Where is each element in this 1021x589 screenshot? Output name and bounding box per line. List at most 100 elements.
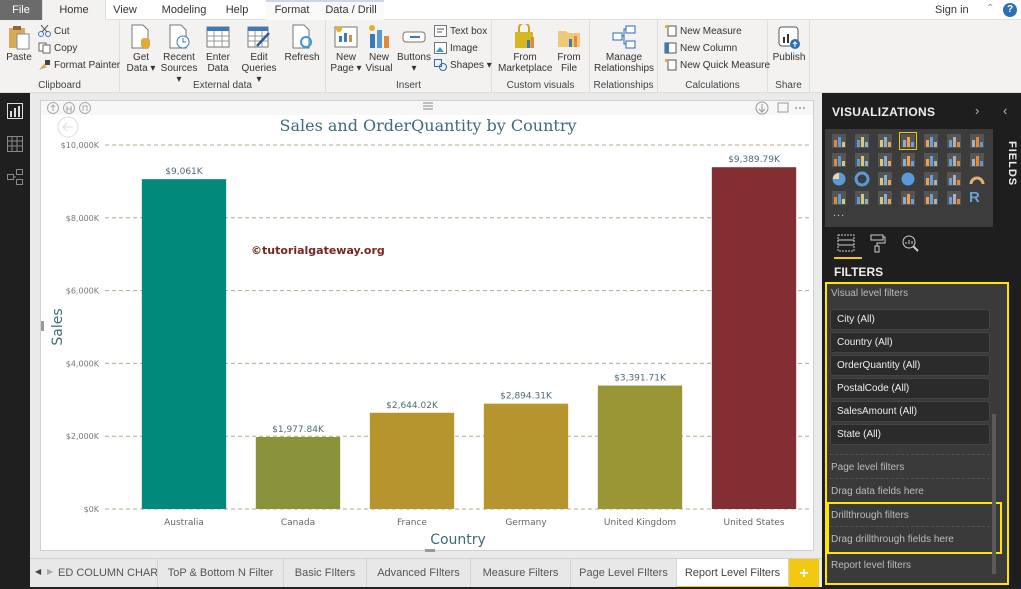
cut-button[interactable]: Cut [38,24,70,40]
tab-help[interactable]: Help [222,0,252,20]
matrix-visual-icon[interactable] [946,190,962,206]
bar-canada[interactable] [256,437,340,509]
scroll-tabs-right-icon[interactable]: ▶ [47,567,53,576]
stacked-bar-visual-icon[interactable] [831,133,847,149]
stacked-column-visual-icon[interactable] [854,133,870,149]
move-handle-icon[interactable] [423,103,433,109]
stacked-area-visual-icon[interactable] [854,152,870,168]
format-paint-roller-icon[interactable] [868,233,888,253]
line-visual-icon[interactable] [969,133,985,149]
bar-united-states[interactable] [712,167,796,509]
waterfall-visual-icon[interactable] [946,152,962,168]
drill-up-icon[interactable] [48,103,59,114]
paste-button[interactable]: Paste [4,24,34,63]
page-tab-active[interactable]: Report Level Filters [677,559,789,588]
text-box-button[interactable]: Text box [434,24,487,40]
publish-button[interactable]: Publish [770,24,808,63]
filters-scrollbar[interactable] [992,414,996,574]
data-view-icon[interactable] [7,136,23,152]
edit-queries-button[interactable]: EditQueries ▾ [238,24,280,85]
recent-sources-button[interactable]: RecentSources ▾ [158,24,200,85]
scatter-visual-icon[interactable] [969,152,985,168]
funnel-visual-icon[interactable] [946,171,962,187]
area-visual-icon[interactable] [831,152,847,168]
bar-france[interactable] [370,413,454,509]
table-visual-icon[interactable] [923,190,939,206]
line-clustered-column-visual-icon[interactable] [900,152,916,168]
tab-format[interactable]: Format [266,0,318,20]
card-visual-icon[interactable] [831,190,847,206]
gauge-visual-icon[interactable] [969,171,985,187]
page-tab[interactable]: Page Level FIlters [571,559,677,588]
page-tab[interactable]: Basic FIlters [284,559,367,588]
column-chart-visual[interactable]: Sales and OrderQuantity by Country Sales… [40,100,814,551]
new-visual-button[interactable]: NewVisual [364,24,394,74]
100-stacked-column-visual-icon[interactable] [946,133,962,149]
fields-wells-icon[interactable] [836,233,856,253]
tab-home[interactable]: Home [42,0,106,21]
add-page-button[interactable]: + [789,559,819,588]
resize-handle-left[interactable] [41,321,44,331]
page-filters-drop-zone[interactable]: Drag data fields here [831,486,924,497]
focus-mode-icon[interactable] [778,103,788,112]
more-options-icon[interactable] [795,107,805,109]
fields-pane-tab[interactable]: FIELDS [1000,141,1018,186]
help-icon[interactable]: ? [1003,3,1017,17]
filter-card-country[interactable]: Country (All) [830,332,990,353]
sign-in-link[interactable]: Sign in [935,4,969,16]
100-stacked-bar-visual-icon[interactable] [923,133,939,149]
page-tab[interactable]: ToP & Bottom N Filter [158,559,284,588]
ribbon-visual-icon[interactable] [923,152,939,168]
clustered-bar-visual-icon[interactable] [877,133,893,149]
kpi-visual-icon[interactable] [877,190,893,206]
buttons-button[interactable]: Buttons▾ [396,24,432,74]
multi-row-card-visual-icon[interactable] [854,190,870,206]
collapse-visualizations-icon[interactable]: › [975,103,979,118]
tab-data-drill[interactable]: Data / Drill [318,0,384,20]
drill-down-mode-icon[interactable] [80,103,91,114]
resize-handle-bottom[interactable] [425,549,435,552]
more-visuals-icon[interactable]: ... [833,207,845,219]
refresh-button[interactable]: Refresh [284,24,320,63]
filled-map-visual-icon[interactable] [923,171,939,187]
analytics-magnifier-icon[interactable] [900,233,920,253]
collapse-ribbon-icon[interactable]: ⌃ [986,3,994,14]
image-button[interactable]: Image [434,41,478,57]
new-column-button[interactable]: New Column [664,41,737,57]
page-tab[interactable]: ED COLUMN CHART [58,559,158,588]
bar-germany[interactable] [484,404,568,509]
filter-card-salesamount[interactable]: SalesAmount (All) [830,401,990,422]
tab-file[interactable]: File [0,0,42,20]
filter-card-orderquantity[interactable]: OrderQuantity (All) [830,355,990,376]
new-quick-measure-button[interactable]: New Quick Measure [664,58,770,74]
treemap-visual-icon[interactable] [877,171,893,187]
expand-next-level-icon[interactable] [64,103,75,114]
scroll-tabs-left-icon[interactable]: ◀ [35,567,41,576]
bar-australia[interactable] [142,179,226,509]
get-data-button[interactable]: GetData ▾ [124,24,158,74]
clustered-column-visual-icon[interactable] [900,133,916,149]
from-file-button[interactable]: FromFile [554,24,584,74]
shapes-button[interactable]: Shapes ▾ [434,58,492,74]
drillthrough-drop-zone[interactable]: Drag drillthrough fields here [831,534,954,545]
model-view-icon[interactable] [7,169,23,185]
new-page-button[interactable]: NewPage ▾ [330,24,362,74]
report-view-icon[interactable] [7,103,23,119]
from-marketplace-button[interactable]: FromMarketplace [498,24,552,74]
tab-view[interactable]: View [108,0,142,20]
bar-united-kingdom[interactable] [598,386,682,509]
map-visual-icon[interactable] [900,171,916,187]
line-stacked-column-visual-icon[interactable] [877,152,893,168]
expand-fields-icon[interactable]: ‹ [1003,103,1007,118]
enter-data-button[interactable]: EnterData [202,24,234,74]
format-painter-button[interactable]: Format Painter [38,58,120,74]
donut-visual-icon[interactable] [854,171,870,187]
pie-visual-icon[interactable] [831,171,847,187]
tab-modeling[interactable]: Modeling [152,0,216,20]
filter-card-postalcode[interactable]: PostalCode (All) [830,378,990,399]
manage-relationships-button[interactable]: ManageRelationships [592,24,656,74]
new-measure-button[interactable]: New Measure [664,24,742,40]
filter-card-state[interactable]: State (All) [830,424,990,445]
filter-card-city[interactable]: City (All) [830,309,990,330]
copy-button[interactable]: Copy [38,41,77,57]
